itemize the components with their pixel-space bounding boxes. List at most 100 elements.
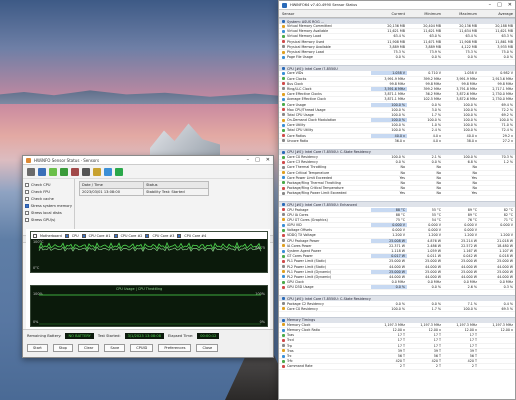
stress-window-titlebar[interactable]: HWiNFO Sensor Status · Sensors – □ ✕ (23, 156, 273, 165)
chip-icon[interactable] (49, 167, 57, 176)
option-stress-memory[interactable]: Stress system memory (25, 202, 72, 209)
fan-icon[interactable] (82, 167, 90, 176)
sensor-value-cell: 7.1 % (467, 301, 477, 306)
sensor-type-icon (282, 118, 285, 122)
sensor-value-cell: 420 T (431, 359, 441, 364)
sensor-value-cell: 399.2 MHz (423, 86, 441, 91)
sensor-value-cell: 12.00 x (392, 328, 405, 333)
sensor-value-cell: 1.200 V (464, 233, 477, 238)
sensor-name: PL1 Power Limit (Dynamic) (287, 269, 332, 274)
chip-icon (282, 318, 285, 322)
sensor-value-cell: 44.000 W (425, 264, 441, 269)
minimize-icon[interactable]: – (247, 157, 250, 163)
test-started-value: 3/1/2023 13:08:08 (124, 333, 164, 339)
sensor-value-cell: 0.000 V (464, 223, 477, 228)
sensor-value-cell: 0.000 V (428, 228, 441, 233)
sensor-name: Average Effective Clock (287, 97, 326, 102)
option-stress-gpu[interactable]: Stress GPU(s) (25, 216, 72, 223)
sensor-type-icon (282, 71, 285, 75)
preferences-button[interactable]: Preferences (158, 344, 192, 352)
info-icon[interactable] (104, 167, 112, 176)
maximize-icon[interactable]: □ (255, 157, 260, 163)
sensor-value-cell: 1.107 W (499, 249, 513, 254)
sensor-value-cell: 0.0 % (467, 55, 477, 60)
sensor-value-cell: No (400, 165, 405, 170)
sensor-value-cell: 29.2 x (502, 133, 513, 138)
checkbox-checked[interactable] (25, 203, 29, 208)
close-button[interactable]: Close (196, 344, 219, 352)
sensor-name: Virtual Memory Load (287, 34, 322, 39)
sensor-name: Core C0 Residency (287, 306, 318, 311)
sensor-value-cell: No (436, 180, 441, 185)
col-maximum[interactable]: Maximum (443, 12, 479, 16)
close-icon[interactable]: ✕ (266, 157, 270, 163)
sensor-value-cell: Yes (471, 175, 477, 180)
memory-icon[interactable] (60, 167, 68, 176)
cpu-usage-graph-lines (39, 294, 261, 325)
distant-island (0, 90, 300, 104)
sensor-value-cell: No (436, 186, 441, 191)
cpuid-button[interactable]: CPUID (130, 344, 154, 352)
minimize-icon[interactable]: – (489, 2, 492, 8)
option-check-fpu[interactable]: Check FPU (25, 188, 72, 195)
sensor-name: Physical Memory Available (287, 44, 331, 49)
sensor-name: Core Clocks (287, 76, 307, 81)
sensor-type-icon (282, 270, 285, 274)
sensor-type-icon (282, 40, 285, 44)
sensor-value-cell: 6.8 % (467, 160, 477, 165)
sensor-type-icon (282, 108, 285, 112)
sensor-value-cell: 0.0 MHz (391, 280, 405, 285)
clock-icon[interactable] (93, 167, 101, 176)
sensor-value-cell: 20,188 MB (495, 24, 513, 29)
sensor-name-cell: Physical Memory Used (279, 40, 371, 44)
hwinfo-titlebar[interactable]: HWiNFO64 v7.40-4990 Sensor Status – □ ✕ (279, 1, 515, 10)
sensor-value-cell: 0.0 % (431, 301, 441, 306)
maximize-icon[interactable]: □ (497, 2, 502, 8)
sensor-value-cell: 0.0 % (431, 102, 441, 107)
sensor-value-cell: 25.000 W (461, 259, 477, 264)
sensor-name: PL2 Power Limit (Static) (287, 264, 327, 269)
sensor-value-cell: 0.0 MHz (463, 280, 477, 285)
app-flame-icon (26, 157, 31, 163)
cpu-icon[interactable] (27, 167, 35, 176)
checkbox[interactable] (25, 182, 29, 187)
col-current[interactable]: Current (371, 12, 407, 16)
checkbox[interactable] (25, 217, 29, 222)
sensor-value-cell: 82 °C (503, 207, 513, 212)
sensor-value-cell: 0.0 % (395, 55, 405, 60)
col-minimum[interactable]: Minimum (407, 12, 443, 16)
group-spacer (279, 369, 515, 375)
sensor-value-cell: 100.0 % (499, 118, 513, 123)
hwinfo-app-icon (282, 2, 287, 8)
sensor-name-cell: Memory Clock (279, 323, 371, 327)
clear-button[interactable]: Clear (77, 344, 100, 352)
col-sensor[interactable]: Sensor (279, 12, 371, 16)
close-icon[interactable]: ✕ (508, 2, 512, 8)
sensor-value-cell: 0.0 MHz (427, 280, 441, 285)
sensor-value-cell: 100.0 % (391, 155, 405, 160)
arrow-down-icon[interactable] (115, 167, 123, 176)
sensor-value-cell: 0.0 % (431, 285, 441, 290)
sensor-value-cell: 82 °C (503, 212, 513, 217)
sensor-value-cell: 89 °C (467, 212, 477, 217)
checkbox[interactable] (25, 196, 29, 201)
start-button[interactable]: Start (27, 344, 48, 352)
col-average[interactable]: Average (479, 12, 515, 16)
sensor-name: CPU Package Power (287, 238, 320, 243)
option-check-cache[interactable]: Check cache (25, 195, 72, 202)
disk-icon[interactable] (38, 167, 46, 176)
sensor-value-cell: 100.0 % (463, 155, 477, 160)
checkbox[interactable] (25, 210, 29, 215)
checkbox[interactable] (25, 189, 29, 194)
table-row[interactable]: 2023/03/01 13:08:00 Stability Test: Start… (78, 188, 209, 196)
option-stress-disks[interactable]: Stress local disks (25, 209, 72, 216)
option-check-cpu[interactable]: Check CPU (25, 181, 72, 188)
sensor-type-icon (282, 285, 285, 289)
gpu-icon[interactable] (71, 167, 79, 176)
save-button[interactable]: Save (104, 344, 126, 352)
sensor-value-cell: 44.000 W (461, 274, 477, 279)
stop-button[interactable]: Stop (52, 344, 73, 352)
sensor-value-cell: 22.371 W (389, 243, 405, 248)
sensor-type-icon (282, 87, 285, 91)
sensor-group-title: System: ASUS ROG ... (287, 19, 325, 24)
